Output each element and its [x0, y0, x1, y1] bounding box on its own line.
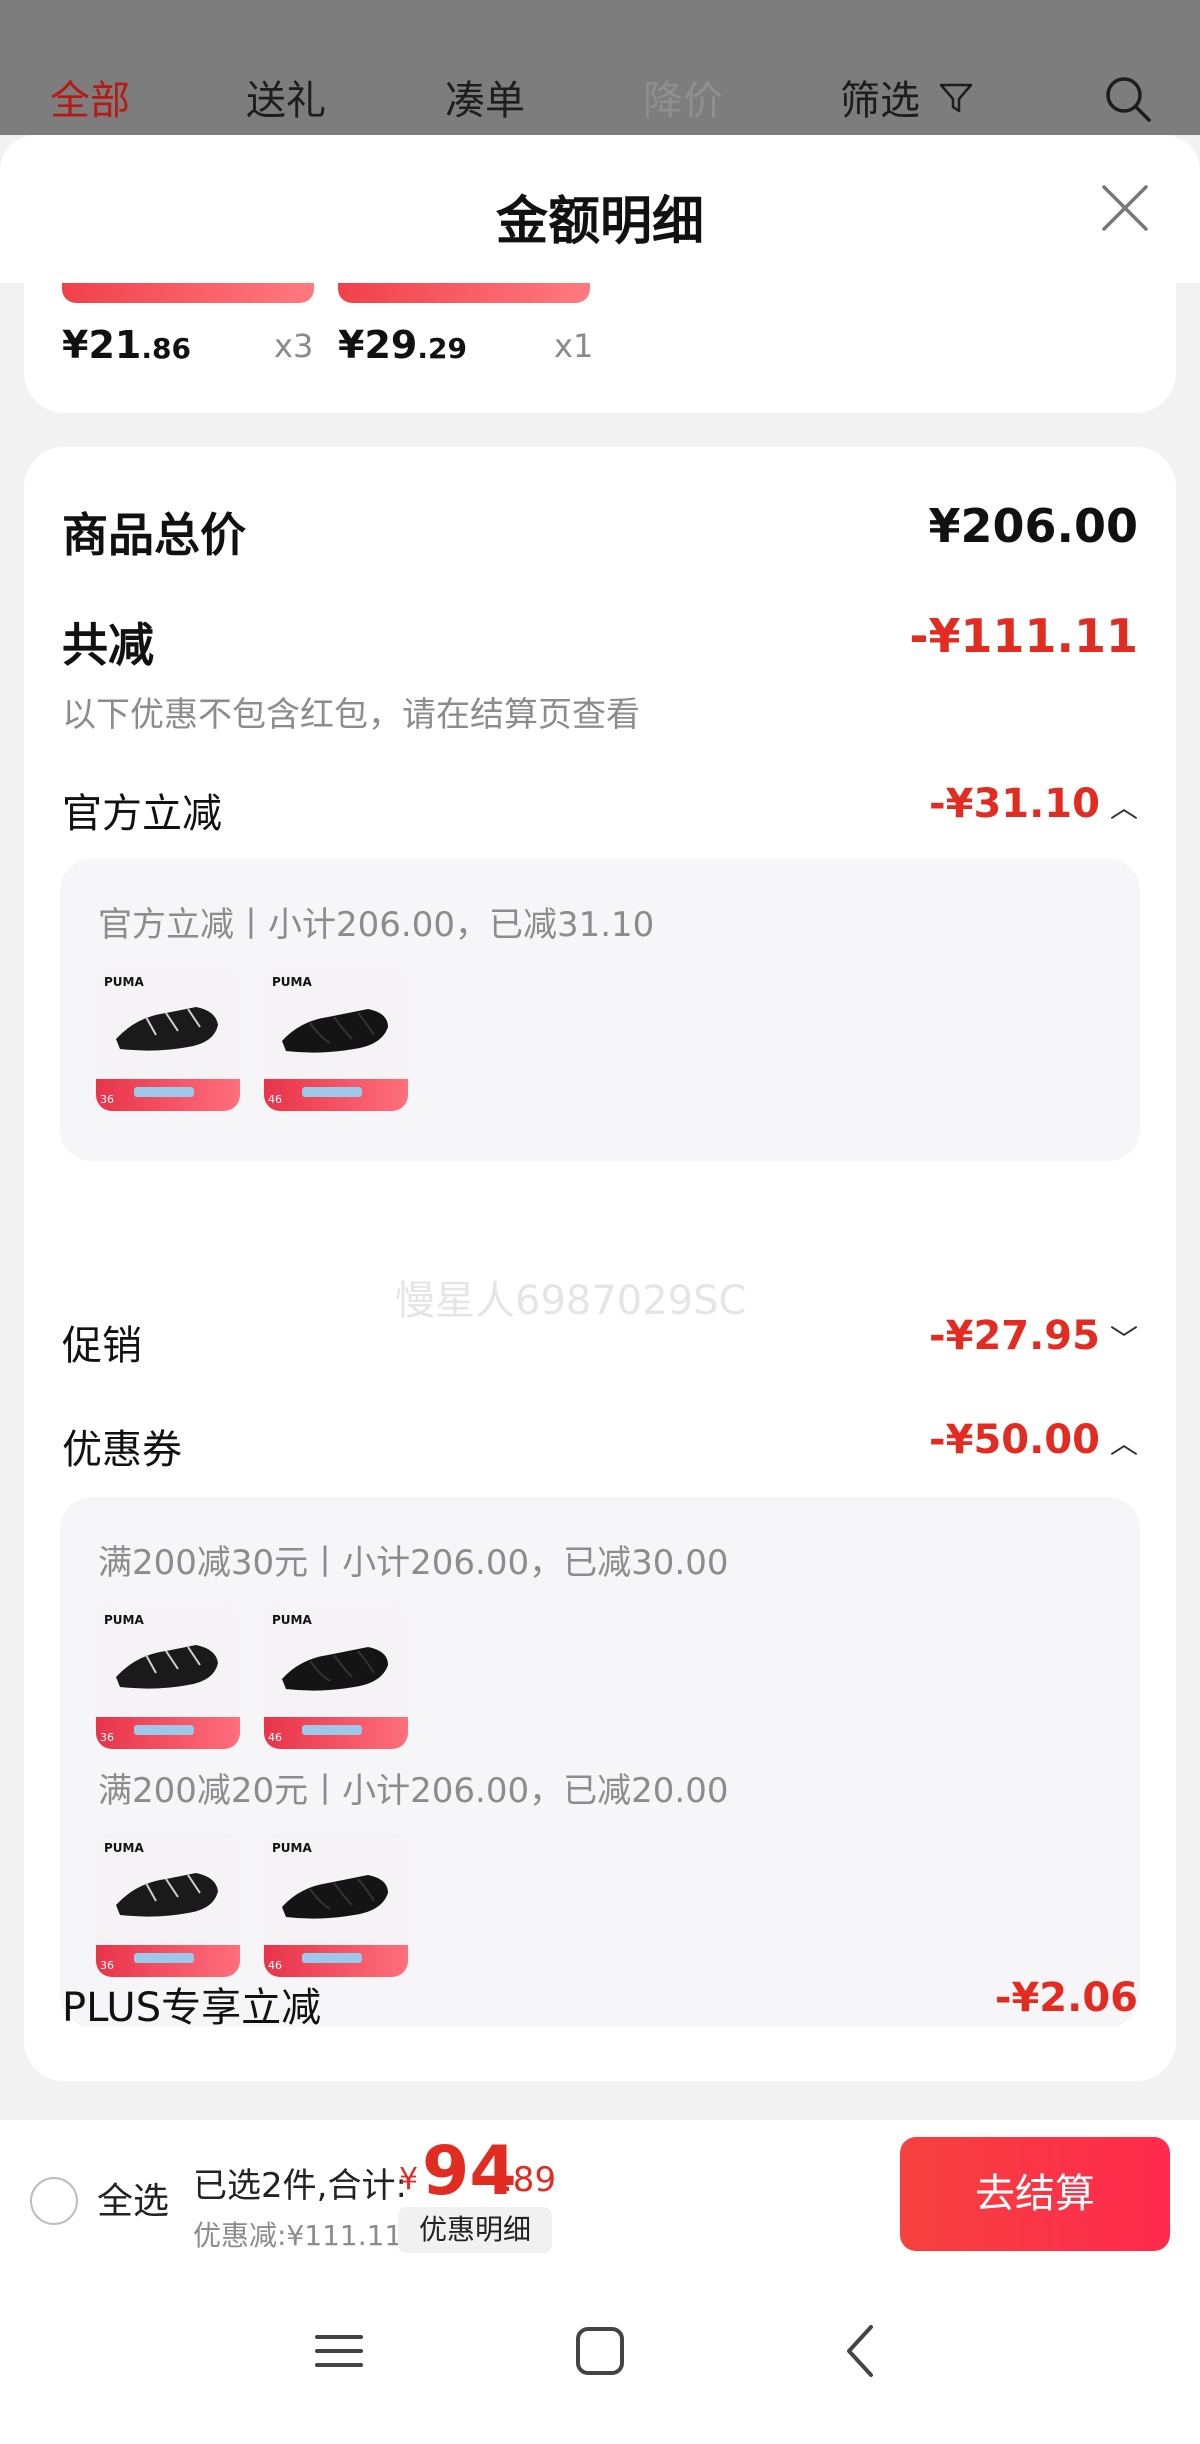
amount-detail-sheet: 金额明细 ¥21.86 x3 ¥29.29 x1 商品总价 ¥206.00 共减…: [0, 135, 1200, 2444]
product-thumbnail[interactable]: PUMA 36: [96, 967, 240, 1111]
tab-gift[interactable]: 送礼: [246, 68, 326, 126]
product-thumbnail[interactable]: PUMA 46: [264, 1833, 408, 1977]
chevron-up-icon[interactable]: ︿: [1110, 786, 1138, 826]
category-tab-bar: 全部 送礼 凑单 降价 筛选: [0, 0, 1200, 135]
official-subtotal-line: 官方立减丨小计206.00，已减31.10: [98, 905, 655, 945]
filter-icon[interactable]: [938, 80, 974, 116]
price-tag: [338, 283, 590, 303]
select-all-checkbox[interactable]: [30, 2177, 78, 2225]
product-price: ¥21.86: [62, 323, 191, 367]
price-band: 36: [96, 1717, 240, 1749]
total-reduced-label: 共减: [62, 618, 154, 672]
tab-bundle[interactable]: 凑单: [445, 68, 525, 126]
discount-detail-button[interactable]: 优惠明细: [398, 2207, 552, 2253]
discount-note: 优惠减:¥111.11: [193, 2219, 403, 2252]
official-reduction-label[interactable]: 官方立减: [62, 781, 222, 839]
price-tag: [62, 283, 314, 303]
price-band: 46: [264, 1945, 408, 1977]
selected-summary: 已选2件,合计:: [193, 2166, 407, 2206]
close-icon[interactable]: [1100, 183, 1150, 233]
total-decimal: .89: [502, 2160, 557, 2200]
coupon-line-30: 满200减30元丨小计206.00，已减30.00: [98, 1543, 729, 1583]
product-thumbnail[interactable]: PUMA 46: [264, 967, 408, 1111]
select-all-label[interactable]: 全选: [97, 2172, 169, 2224]
promotion-value[interactable]: -¥27.95 ﹀: [929, 1313, 1138, 1359]
product-thumbnail[interactable]: PUMA 36: [96, 1833, 240, 1977]
sheet-header: 金额明细: [0, 135, 1200, 283]
tab-filter[interactable]: 筛选: [840, 68, 920, 126]
price-band: 36: [96, 1945, 240, 1977]
checkout-button[interactable]: 去结算: [900, 2137, 1170, 2251]
product-qty: x3: [274, 327, 314, 365]
product-qty: x1: [554, 327, 594, 365]
coupon-line-20: 满200减20元丨小计206.00，已减20.00: [98, 1771, 729, 1811]
search-icon[interactable]: [1103, 74, 1153, 124]
tab-all[interactable]: 全部: [50, 68, 130, 126]
reduced-note: 以下优惠不包含红包，请在结算页查看: [62, 695, 640, 735]
plus-reduction-value: -¥2.06: [994, 1975, 1138, 2021]
back-icon[interactable]: [833, 2323, 889, 2379]
watermark: 慢星人6987029SC: [395, 1278, 747, 1324]
price-breakdown-card: 商品总价 ¥206.00 共减 -¥111.11 以下优惠不包含红包，请在结算页…: [24, 447, 1176, 2081]
app-root: 全部 送礼 凑单 降价 筛选 金额明细 ¥21.86 x3 ¥29.29 x1 …: [0, 0, 1200, 2444]
product-strip: ¥21.86 x3 ¥29.29 x1: [24, 283, 1176, 413]
menu-icon[interactable]: [311, 2323, 367, 2379]
product-thumbnail[interactable]: PUMA 46: [264, 1605, 408, 1749]
price-band: 46: [264, 1717, 408, 1749]
price-band: 46: [264, 1079, 408, 1111]
price-band: 36: [96, 1079, 240, 1111]
total-currency: ¥: [399, 2162, 419, 2197]
coupon-panel: 满200减30元丨小计206.00，已减30.00 PUMA 36 PUMA 4…: [60, 1497, 1140, 2027]
home-icon[interactable]: [572, 2323, 628, 2379]
tab-price-drop[interactable]: 降价: [643, 68, 723, 126]
chevron-down-icon[interactable]: ﹀: [1110, 1318, 1138, 1358]
coupon-value[interactable]: -¥50.00 ︿: [929, 1417, 1138, 1463]
coupon-label[interactable]: 优惠券: [62, 1417, 182, 1475]
chevron-up-icon[interactable]: ︿: [1110, 1422, 1138, 1462]
sheet-title: 金额明细: [495, 192, 704, 252]
goods-total-value: ¥206.00: [928, 499, 1138, 553]
official-reduction-panel: 官方立减丨小计206.00，已减31.10 PUMA 36 PUMA 46: [60, 859, 1140, 1161]
total-reduced-value: -¥111.11: [909, 609, 1138, 663]
goods-total-label: 商品总价: [62, 508, 246, 562]
product-thumbnail[interactable]: PUMA 36: [96, 1605, 240, 1749]
plus-reduction-label: PLUS专享立减: [62, 1985, 322, 2031]
promotion-label[interactable]: 促销: [62, 1313, 142, 1371]
product-price: ¥29.29: [338, 323, 467, 367]
official-reduction-value[interactable]: -¥31.10 ︿: [929, 781, 1138, 827]
